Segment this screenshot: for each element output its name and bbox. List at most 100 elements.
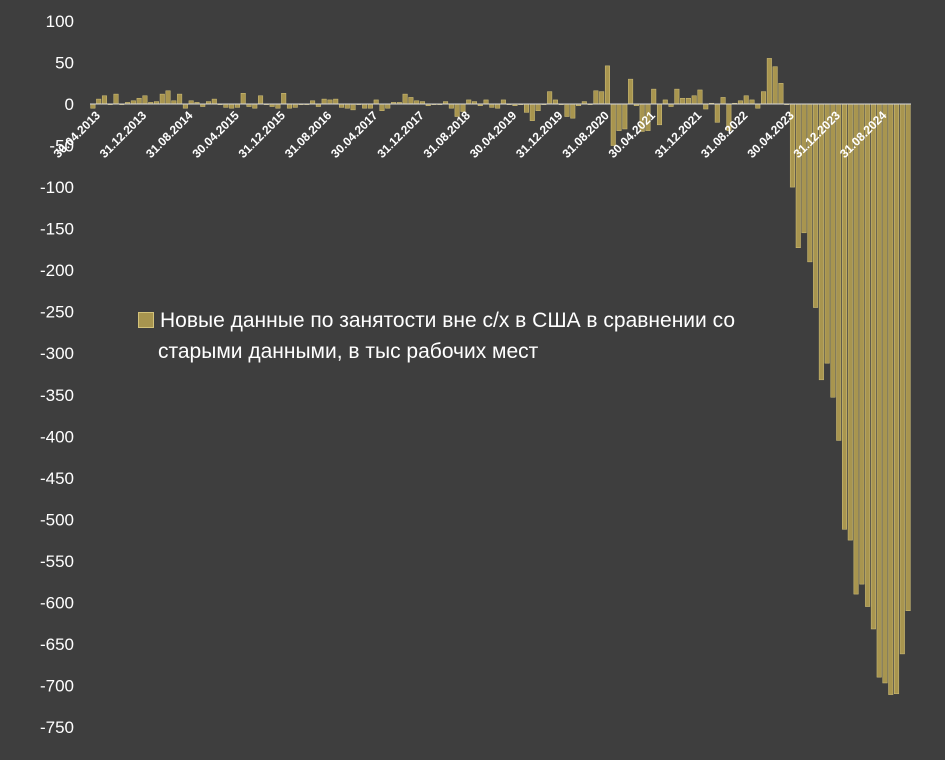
bar	[859, 103, 865, 585]
bar	[136, 97, 142, 105]
x-tick-label: 31.12.2017	[374, 108, 427, 161]
y-tick-label: -550	[40, 552, 74, 571]
bar	[651, 88, 657, 105]
bar	[564, 103, 570, 117]
x-tick-label: 30.04.2019	[467, 108, 520, 161]
bar	[165, 90, 171, 105]
y-tick-label: -700	[40, 676, 74, 695]
bar-series	[90, 58, 911, 695]
bar	[535, 103, 541, 111]
bar	[720, 97, 726, 105]
bar	[894, 103, 900, 695]
bar	[870, 103, 876, 630]
y-tick-label: -150	[40, 220, 74, 239]
bar	[691, 95, 697, 105]
bar	[350, 103, 356, 111]
bar	[749, 99, 755, 105]
y-tick-label: -200	[40, 261, 74, 280]
bar	[795, 103, 801, 248]
x-tick-label: 31.08.2018	[421, 108, 474, 161]
bar	[865, 103, 871, 607]
bar	[177, 93, 183, 105]
x-tick-label: 30.04.2017	[328, 108, 381, 161]
bar	[680, 97, 686, 105]
x-tick-label: 31.12.2013	[97, 108, 150, 161]
bar	[761, 91, 767, 105]
y-tick-label: -650	[40, 635, 74, 654]
legend-label-line2: старыми данными, в тыс рабочих мест	[158, 340, 539, 363]
y-tick-label: 100	[46, 12, 74, 31]
y-tick-label: -400	[40, 427, 74, 446]
bar	[697, 89, 703, 105]
bar	[766, 58, 772, 105]
bar	[483, 99, 489, 105]
bar	[599, 91, 605, 105]
y-tick-label: -750	[40, 718, 74, 737]
bar	[714, 103, 720, 123]
x-tick-label: 30.04.2013	[51, 108, 104, 161]
bar	[402, 93, 408, 105]
bar	[211, 98, 217, 105]
bar	[142, 95, 148, 105]
x-tick-label: 31.12.2015	[236, 108, 289, 161]
y-tick-label: 50	[55, 54, 74, 73]
y-axis-ticks: 100500-50-100-150-200-250-300-350-400-45…	[40, 12, 74, 737]
bar	[616, 103, 622, 131]
bar	[344, 103, 350, 109]
bar	[610, 103, 616, 146]
bar	[448, 103, 454, 109]
x-axis-ticks: 30.04.201331.12.201331.08.201430.04.2015…	[51, 108, 890, 161]
bar	[818, 103, 824, 381]
bar	[628, 78, 634, 105]
bar	[552, 99, 558, 105]
bar	[807, 103, 813, 263]
bar	[96, 98, 102, 105]
bar	[899, 103, 905, 655]
y-tick-label: -450	[40, 469, 74, 488]
bar	[281, 93, 287, 105]
bar	[333, 98, 339, 105]
bar	[888, 103, 894, 695]
bar	[876, 103, 882, 678]
bar	[113, 93, 119, 105]
bar	[408, 97, 414, 105]
bar	[905, 103, 911, 611]
bar	[882, 103, 888, 684]
bar	[529, 103, 535, 121]
y-tick-label: -300	[40, 344, 74, 363]
bar	[286, 103, 292, 109]
bar	[275, 103, 281, 109]
bar	[385, 103, 391, 109]
x-tick-label: 30.04.2015	[189, 108, 242, 161]
bar	[367, 103, 373, 109]
bar	[500, 99, 506, 105]
y-tick-label: -250	[40, 303, 74, 322]
bar-chart: 100500-50-100-150-200-250-300-350-400-45…	[40, 12, 911, 737]
bar	[842, 103, 848, 530]
bar	[662, 99, 668, 105]
y-tick-label: -500	[40, 510, 74, 529]
bar	[159, 93, 165, 105]
bar	[593, 90, 599, 105]
bar	[801, 103, 807, 234]
bar	[258, 95, 264, 105]
bar	[466, 99, 472, 105]
legend-label-line1: Новые данные по занятости вне с/х в США …	[160, 309, 736, 332]
x-tick-label: 31.08.2022	[698, 108, 751, 161]
bar	[703, 103, 709, 110]
x-tick-label: 31.08.2016	[282, 108, 335, 161]
y-tick-label: -600	[40, 593, 74, 612]
bar	[379, 103, 385, 111]
y-tick-label: 0	[65, 95, 74, 114]
y-tick-label: -100	[40, 178, 74, 197]
bar	[824, 103, 830, 364]
bar	[252, 103, 258, 109]
bar	[321, 98, 327, 105]
x-tick-label: 31.12.2019	[513, 108, 566, 161]
bar	[656, 103, 662, 126]
bar	[229, 103, 235, 109]
x-tick-label: 30.04.2023	[744, 108, 797, 161]
bar	[830, 103, 836, 398]
bar	[604, 65, 610, 105]
bar	[547, 91, 553, 105]
